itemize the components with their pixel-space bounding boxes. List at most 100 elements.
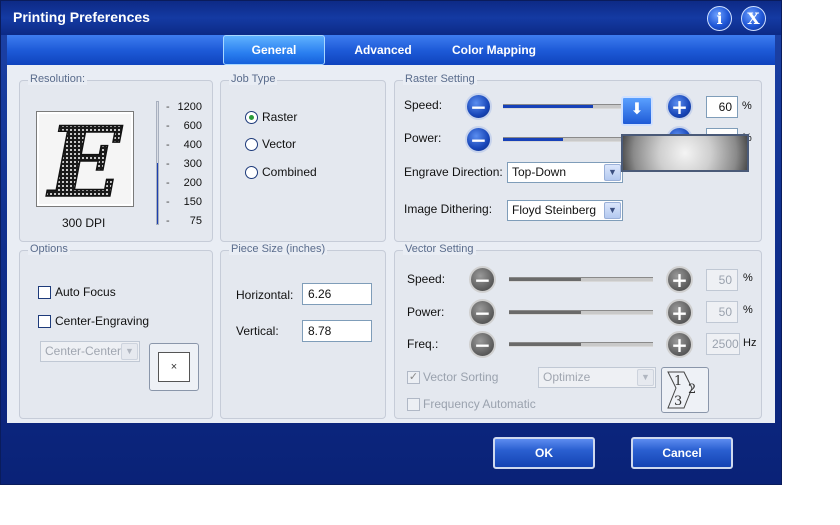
image-dithering-label: Image Dithering: (404, 202, 493, 216)
scale-tick: - (166, 215, 170, 227)
vector-power-minus-button: − (469, 299, 496, 326)
scale-tick: - (166, 139, 170, 151)
scale-label-1200: 1200 (177, 101, 202, 113)
letter-e-icon: E (45, 105, 125, 220)
cancel-button[interactable]: Cancel (631, 437, 733, 469)
chevron-down-icon: ▼ (604, 164, 621, 181)
title-bar: Printing Preferences i X (1, 1, 781, 35)
vector-power-label: Power: (407, 305, 445, 319)
vector-speed-slider (509, 277, 653, 282)
scale-tick: - (166, 177, 170, 189)
vector-power-plus-button: + (666, 299, 693, 326)
vector-sorting-label: Vector Sorting (423, 370, 499, 384)
vector-freq-input: 2500 (706, 333, 740, 355)
center-engraving-label[interactable]: Center-Engraving (55, 314, 149, 328)
dithering-preview (621, 134, 749, 172)
horizontal-label: Horizontal: (236, 288, 294, 302)
tab-color-mapping[interactable]: Color Mapping (439, 35, 549, 65)
scale-tick: - (166, 196, 170, 208)
vector-sorting-checkbox: ✓ (407, 371, 420, 384)
options-group: Options Auto Focus Center-Engraving Cent… (19, 243, 213, 419)
resolution-preview: E (36, 105, 134, 220)
vector-radio[interactable] (245, 138, 258, 151)
piece-size-group: Piece Size (inches) Horizontal: 6.26 Ver… (220, 243, 386, 419)
ok-button[interactable]: OK (493, 437, 595, 469)
vector-radio-label[interactable]: Vector (262, 137, 296, 151)
center-position-widget: × (149, 343, 199, 391)
vector-speed-plus-button: + (666, 266, 693, 293)
center-engraving-checkbox[interactable] (38, 315, 51, 328)
svg-text:3: 3 (674, 394, 682, 409)
scale-label-600: 600 (183, 120, 202, 132)
frequency-automatic-checkbox (407, 398, 420, 411)
vector-speed-slider-fill (509, 278, 581, 281)
resolution-slider[interactable] (156, 101, 159, 225)
combined-radio[interactable] (245, 166, 258, 179)
vector-freq-minus-button: − (469, 331, 496, 358)
vector-power-slider (509, 310, 653, 315)
vector-speed-unit: % (743, 272, 753, 284)
scale-tick: - (166, 101, 170, 113)
engrave-direction-arrow-button[interactable]: ⬇ (621, 96, 653, 126)
vector-freq-label: Freq.: (407, 337, 439, 351)
close-icon[interactable]: X (741, 6, 766, 31)
vertical-input[interactable]: 8.78 (302, 320, 372, 342)
scale-label-300: 300 (183, 158, 202, 170)
vector-speed-minus-button: − (469, 266, 496, 293)
image-dithering-value: Floyd Steinberg (512, 203, 597, 217)
dpi-label: 300 DPI (62, 216, 106, 230)
vector-speed-input: 50 (706, 269, 738, 291)
combined-radio-label[interactable]: Combined (262, 165, 317, 179)
raster-speed-input[interactable]: 60 (706, 96, 738, 118)
raster-speed-minus-button[interactable]: − (465, 93, 492, 120)
tab-advanced[interactable]: Advanced (337, 35, 429, 65)
vector-speed-label: Speed: (407, 272, 446, 286)
vector-freq-slider (509, 342, 653, 347)
center-position-select: Center-Center ▼ (40, 341, 140, 362)
raster-power-minus-button[interactable]: − (465, 126, 492, 153)
resolution-slider-fill (157, 163, 158, 224)
piece-size-legend: Piece Size (inches) (229, 243, 328, 255)
vector-freq-slider-fill (509, 343, 581, 346)
center-position-marker: × (158, 352, 190, 382)
raster-speed-label: Speed: (404, 98, 443, 112)
vector-sorting-value: Optimize (543, 370, 591, 384)
chevron-down-icon: ▼ (604, 202, 621, 219)
auto-focus-label[interactable]: Auto Focus (55, 285, 116, 299)
vector-power-unit: % (743, 304, 753, 316)
resolution-legend: Resolution: (28, 73, 88, 85)
center-position-value: Center-Center (45, 344, 122, 358)
svg-text:1: 1 (674, 374, 682, 389)
raster-setting-legend: Raster Setting (403, 73, 477, 85)
raster-speed-plus-button[interactable]: + (666, 93, 693, 120)
tab-general[interactable]: General (223, 35, 325, 65)
engrave-direction-select[interactable]: Top-Down ▼ (507, 162, 623, 183)
raster-radio-label[interactable]: Raster (262, 110, 297, 124)
auto-focus-checkbox[interactable] (38, 286, 51, 299)
horizontal-input[interactable]: 6.26 (302, 283, 372, 305)
frequency-automatic-label: Frequency Automatic (423, 397, 536, 411)
raster-speed-unit: % (742, 100, 752, 112)
general-tab-content: Resolution: E 300 DPI -1200-600-400-300-… (7, 65, 775, 423)
options-legend: Options (28, 243, 70, 255)
raster-radio[interactable] (245, 111, 258, 124)
vector-setting-legend: Vector Setting (403, 243, 476, 255)
scale-label-150: 150 (183, 196, 202, 208)
vector-sorting-select: Optimize ▼ (538, 367, 656, 388)
window-title: Printing Preferences (13, 9, 150, 25)
image-dithering-select[interactable]: Floyd Steinberg ▼ (507, 200, 623, 221)
vector-sorting-order-icon: 1 2 3 (661, 367, 709, 413)
raster-power-label: Power: (404, 131, 442, 145)
vector-freq-plus-button: + (666, 331, 693, 358)
preview-letter: E (45, 112, 123, 206)
engrave-direction-label: Engrave Direction: (404, 165, 503, 179)
job-type-group: Job Type Raster Vector Combined (220, 73, 386, 242)
help-icon[interactable]: i (707, 6, 732, 31)
resolution-group: Resolution: E 300 DPI -1200-600-400-300-… (19, 73, 213, 242)
scale-label-75: 75 (189, 215, 202, 227)
job-type-legend: Job Type (229, 73, 278, 85)
vector-power-slider-fill (509, 311, 581, 314)
scale-label-400: 400 (183, 139, 202, 151)
svg-text:2: 2 (688, 382, 696, 397)
tab-bar: General Advanced Color Mapping (7, 35, 775, 65)
